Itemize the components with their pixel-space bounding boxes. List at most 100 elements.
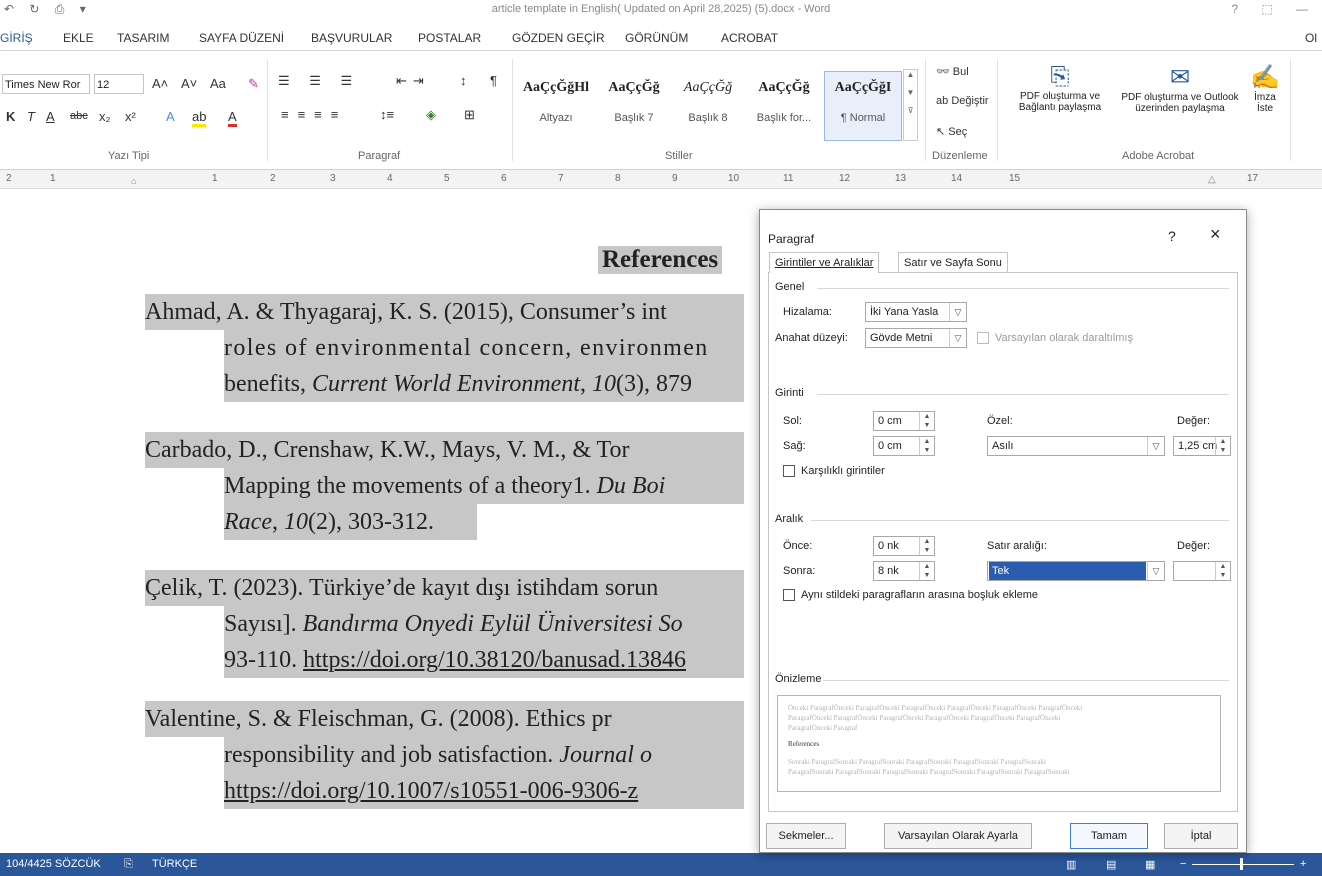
word-count[interactable]: 104/4425 SÖZCÜK [6, 858, 101, 870]
zoom-slider[interactable] [1192, 864, 1294, 865]
superscript-button[interactable]: x² [125, 109, 136, 124]
bold-button[interactable]: K [6, 109, 15, 124]
cancel-button[interactable]: İptal [1164, 823, 1238, 849]
shading-icon[interactable]: ◈ [426, 107, 436, 123]
sort-icon[interactable]: ↕ [460, 73, 467, 88]
ref-doi-link[interactable]: https://doi.org/10.38120/banusad.13846 [303, 647, 686, 673]
subscript-button[interactable]: x₂ [99, 109, 111, 124]
right-indent-input[interactable]: 0 cm ▲ ▼ [873, 436, 935, 456]
tab-mailings[interactable]: POSTALAR [418, 31, 481, 45]
tab-indents-spacing[interactable]: Girintiler ve Aralıklar [769, 252, 880, 273]
indent-icon[interactable]: ⇤⇥ [396, 73, 430, 89]
select-button[interactable]: ↖ Seç [936, 125, 967, 138]
help-button[interactable]: ? [1168, 228, 1176, 244]
styles-group-label: Stiller [665, 150, 693, 162]
read-mode-icon[interactable]: ▥ [1066, 858, 1076, 871]
italic-button[interactable]: T [27, 109, 35, 124]
horizontal-ruler[interactable]: 2 1 1 2 3 4 5 6 7 8 9 10 11 12 13 14 15 … [0, 170, 1322, 189]
line-spacing-select[interactable]: Tek ▽ [987, 561, 1165, 581]
window-controls[interactable]: ? ⬚ — [1231, 2, 1318, 16]
alignment-select[interactable]: İki Yana Yasla ▽ [865, 302, 967, 322]
find-button[interactable]: 👓 Bul [936, 65, 969, 78]
reference-celik[interactable]: Çelik, T. (2023). Türkiye’de kayıt dışı … [145, 570, 744, 678]
tab-line-page-breaks[interactable]: Satır ve Sayfa Sonu [898, 252, 1008, 273]
style-heading-for[interactable]: AaÇçĞğ Başlık for... [746, 72, 822, 140]
no-space-same-style-checkbox[interactable] [783, 589, 795, 601]
tab-home[interactable]: GİRİŞ [0, 31, 33, 45]
spacing-after-input[interactable]: 8 nk ▲ ▼ [873, 561, 935, 581]
style-heading7[interactable]: AaÇçĞğ Başlık 7 [596, 72, 672, 140]
tab-references[interactable]: BAŞVURULAR [311, 31, 392, 45]
bullets-icon[interactable]: ☰ ☰ ☰ [278, 73, 360, 89]
tab-overflow[interactable]: Ol [1305, 31, 1317, 45]
replace-button[interactable]: ab Değiştir [936, 95, 989, 107]
outline-level-select[interactable]: Gövde Metni ▽ [865, 328, 967, 348]
tab-layout[interactable]: SAYFA DÜZENİ [199, 31, 284, 45]
collapsed-checkbox[interactable] [977, 332, 989, 344]
special-indent-select[interactable]: Asılı ▽ [987, 436, 1165, 456]
align-icons[interactable]: ≡≡≡≡ [281, 107, 347, 122]
reference-ahmad[interactable]: Ahmad, A. & Thyagaraj, K. S. (2015), Con… [145, 294, 744, 402]
section-spacing: Aralık [775, 513, 804, 525]
tabs-button[interactable]: Sekmeler... [766, 823, 846, 849]
spinner-icon[interactable]: ▲ ▼ [1215, 562, 1230, 580]
zoom-out-button[interactable]: − [1180, 858, 1186, 870]
font-color-icon[interactable]: A [228, 109, 237, 127]
highlight-icon[interactable]: ab [192, 109, 207, 127]
pdf-icon: ⎘ [1050, 63, 1070, 90]
right-indent-label: Sağ: [783, 440, 806, 452]
set-as-default-button[interactable]: Varsayılan Olarak Ayarla [884, 823, 1032, 849]
spinner-icon[interactable]: ▲ ▼ [919, 437, 934, 455]
tab-acrobat[interactable]: ACROBAT [721, 31, 778, 45]
pdf-share-link-button[interactable]: ⎘ PDF oluşturma ve Bağlantı paylaşma [1004, 63, 1116, 113]
text-effects-icon[interactable]: A [166, 109, 175, 124]
clear-format-icon[interactable]: ✎ [248, 76, 259, 92]
language[interactable]: TÜRKÇE [152, 858, 197, 870]
zoom-slider-thumb[interactable] [1240, 858, 1243, 870]
proofing-icon[interactable]: ⎘ [124, 858, 133, 871]
underline-button[interactable]: A [46, 109, 55, 124]
reference-valentine[interactable]: Valentine, S. & Fleischman, G. (2008). E… [145, 701, 744, 809]
mirror-indents-checkbox[interactable] [783, 465, 795, 477]
font-size-box[interactable]: 12 [94, 74, 144, 94]
spacing-before-input[interactable]: 0 nk ▲ ▼ [873, 536, 935, 556]
style-subtitle[interactable]: AaÇçĞğHl Altyazı [518, 72, 594, 140]
style-heading8[interactable]: AaÇçĞğ Başlık 8 [670, 72, 746, 140]
shrink-font-button[interactable]: A˅ [181, 76, 197, 91]
indent-by-input[interactable]: 1,25 cm ▲ ▼ [1173, 436, 1231, 456]
borders-icon[interactable]: ⊞ [464, 107, 475, 123]
spinner-icon[interactable]: ▲ ▼ [1215, 437, 1230, 455]
zoom-in-button[interactable]: + [1300, 858, 1306, 870]
styles-scroll[interactable]: ▲ ▼ ⊽ [903, 69, 918, 141]
line-spacing-icon[interactable]: ↕≡ [380, 107, 394, 122]
tab-insert[interactable]: EKLE [63, 31, 94, 45]
ok-button[interactable]: Tamam [1070, 823, 1148, 849]
preview-text: ParagrafÖnceki ParagrafÖnceki ParagrafÖn… [788, 714, 1061, 722]
style-normal[interactable]: AaÇçĞğI ¶ Normal [824, 71, 902, 141]
tab-design[interactable]: TASARIM [117, 31, 169, 45]
request-signature-button[interactable]: ✍ İmza İste [1246, 63, 1284, 114]
close-icon[interactable]: × [1210, 224, 1221, 245]
reference-carbado[interactable]: Carbado, D., Crenshaw, K.W., Mays, V. M.… [145, 432, 744, 540]
ref-doi-link[interactable]: https://doi.org/10.1007/s10551-006-9306-… [224, 778, 638, 804]
strikethrough-button[interactable]: abc [70, 110, 88, 122]
spinner-icon[interactable]: ▲ ▼ [919, 562, 934, 580]
line-spacing-at-input[interactable]: ▲ ▼ [1173, 561, 1231, 581]
print-layout-icon[interactable]: ▤ [1106, 858, 1116, 871]
right-indent-marker-icon[interactable]: △ [1208, 174, 1216, 185]
preview-text: ParagrafÖnceki Paragraf [788, 724, 858, 732]
ref-text: 93-110. [224, 647, 304, 673]
tab-view[interactable]: GÖRÜNÜM [625, 31, 688, 45]
indent-marker-icon[interactable]: ⌂ [131, 176, 136, 186]
pilcrow-icon[interactable]: ¶ [490, 73, 497, 88]
web-layout-icon[interactable]: ▦ [1145, 858, 1155, 871]
change-case-button[interactable]: Aa [210, 76, 226, 91]
spinner-icon[interactable]: ▲ ▼ [919, 412, 934, 430]
pdf-outlook-button[interactable]: ✉ PDF oluşturma ve Outlook üzerinden pay… [1118, 63, 1242, 114]
left-indent-input[interactable]: 0 cm ▲ ▼ [873, 411, 935, 431]
grow-font-button[interactable]: A˄ [152, 76, 168, 91]
spinner-icon[interactable]: ▲ ▼ [919, 537, 934, 555]
special-label: Özel: [987, 415, 1013, 427]
font-name-box[interactable]: Times New Ror [2, 74, 90, 94]
tab-review[interactable]: GÖZDEN GEÇİR [512, 31, 605, 45]
